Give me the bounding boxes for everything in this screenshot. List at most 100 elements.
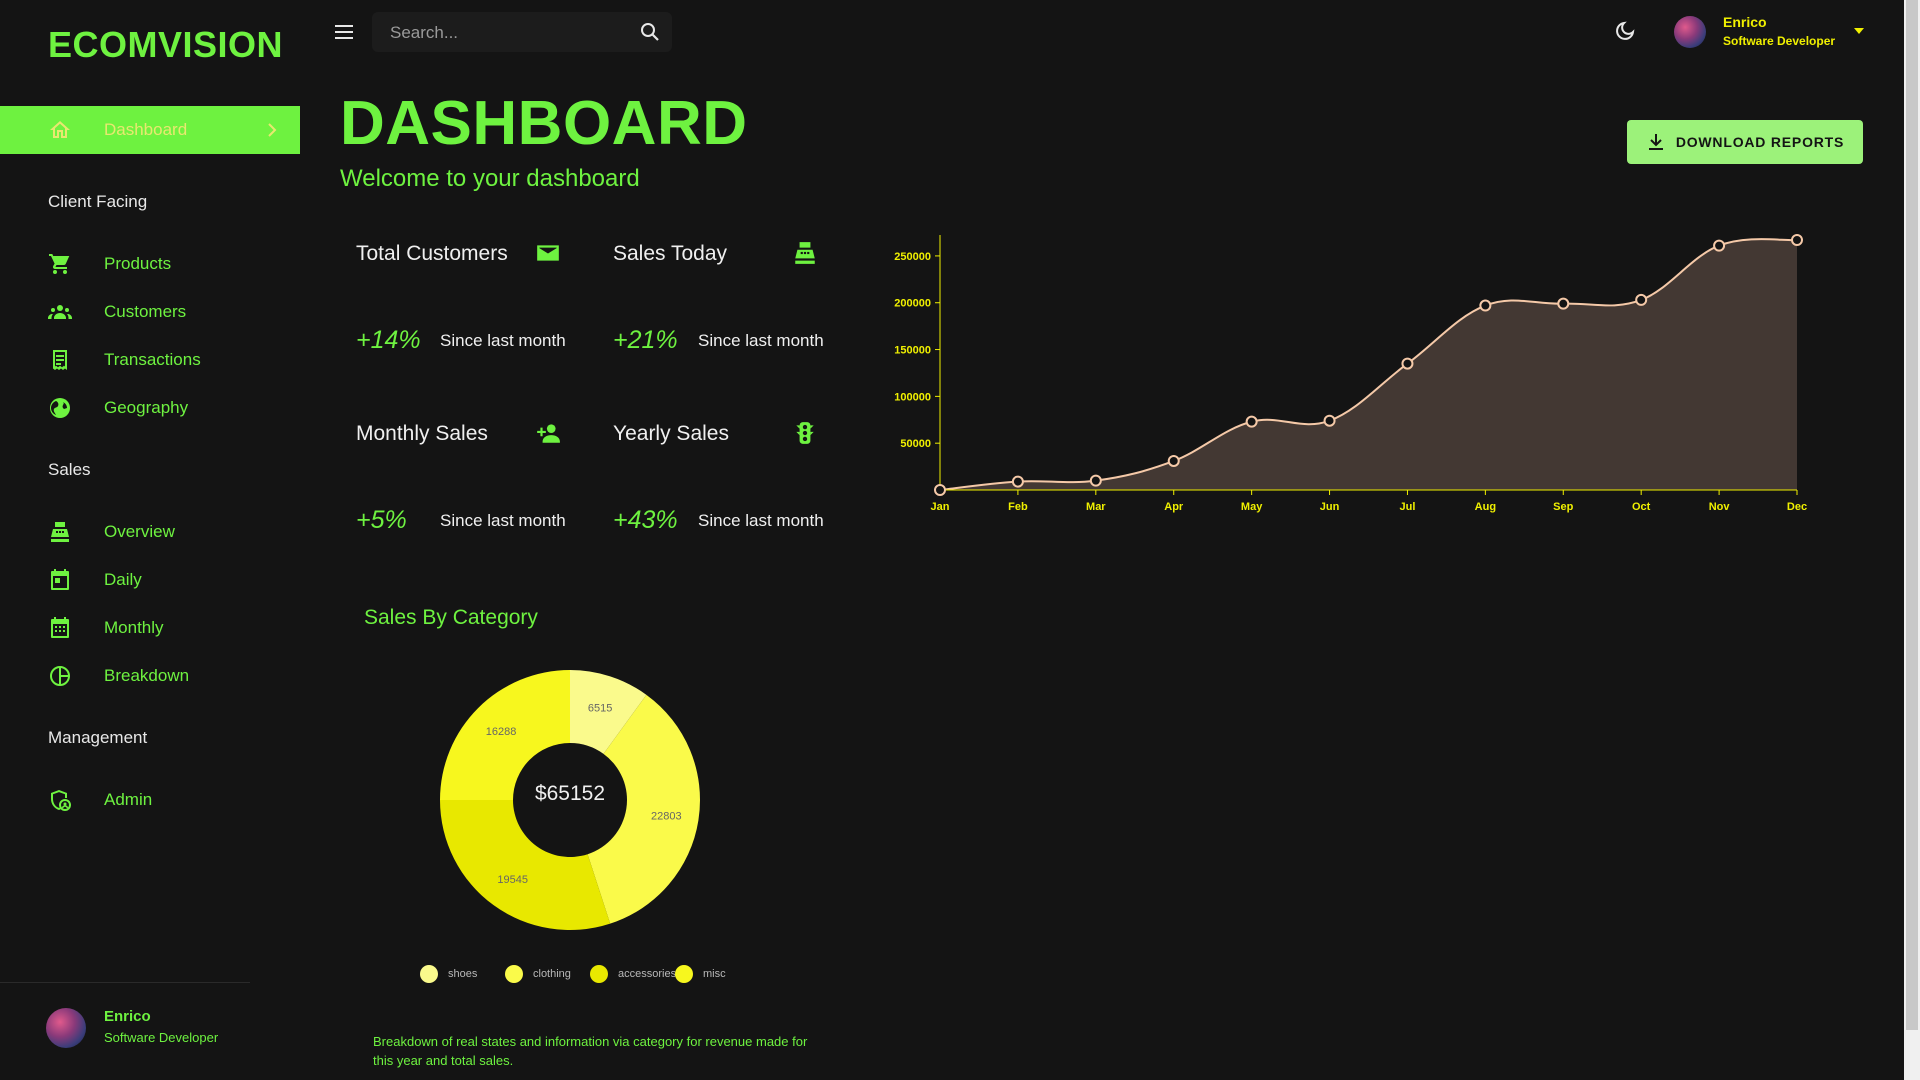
sidebar: ECOMVISION Dashboard Client Facing Produ… xyxy=(0,0,300,1080)
stat-increase: +5% xyxy=(356,506,407,534)
legend-swatch xyxy=(505,965,523,983)
x-tick-label: Jan xyxy=(931,501,950,513)
sidebar-item-admin[interactable]: Admin xyxy=(0,778,300,822)
stat-since: Since last month xyxy=(698,331,824,350)
sidebar-item-label: Admin xyxy=(104,790,153,809)
data-point xyxy=(1479,299,1492,312)
x-tick-label: Aug xyxy=(1475,501,1496,513)
user-name[interactable]: Enrico xyxy=(1723,14,1767,30)
person-add-icon xyxy=(537,424,560,443)
legend-label: accessories xyxy=(618,968,677,980)
receipt-icon xyxy=(53,350,67,370)
sidebar-divider xyxy=(0,982,250,983)
data-point xyxy=(1635,293,1648,306)
pie-slice-accessories xyxy=(440,800,611,930)
sidebar-item-geography[interactable]: Geography xyxy=(0,386,300,430)
search-box xyxy=(372,12,672,52)
admin-panel-icon xyxy=(51,790,71,811)
chart-area-fill xyxy=(940,239,1797,490)
pie-chart-icon xyxy=(50,666,70,686)
data-point xyxy=(1245,415,1258,428)
page-title: DASHBOARD xyxy=(340,89,748,158)
download-icon xyxy=(1648,134,1663,150)
y-tick-label: 50000 xyxy=(900,438,931,450)
data-point xyxy=(1011,475,1024,488)
data-point xyxy=(1401,357,1414,370)
email-icon xyxy=(537,245,559,261)
x-tick-label: Oct xyxy=(1632,501,1651,513)
calendar-today-icon xyxy=(51,569,69,590)
sidebar-item-label: Breakdown xyxy=(104,666,190,685)
stat-since: Since last month xyxy=(698,511,824,530)
sidebar-item-label: Customers xyxy=(104,302,187,321)
sidebar-item-customers[interactable]: Customers xyxy=(0,290,300,334)
sidebar-item-label: Dashboard xyxy=(104,120,188,139)
legend-swatch xyxy=(590,965,608,983)
sidebar-item-breakdown[interactable]: Breakdown xyxy=(0,654,300,698)
user-role[interactable]: Software Developer xyxy=(1723,34,1835,48)
sidebar-item-transactions[interactable]: Transactions xyxy=(0,338,300,382)
point-of-sale-icon xyxy=(795,242,815,264)
x-tick-label: May xyxy=(1241,501,1263,513)
arrow-drop-down-icon[interactable] xyxy=(1852,26,1866,36)
category-description: Breakdown of real states and information… xyxy=(373,1034,808,1068)
data-point xyxy=(1089,474,1102,487)
stat-title: Yearly Sales xyxy=(613,422,729,445)
app-logo: ECOMVISION xyxy=(48,24,284,65)
data-point xyxy=(1713,239,1726,252)
category-title: Sales By Category xyxy=(364,606,538,629)
donut-total: $65152 xyxy=(534,782,606,805)
shopping-cart-icon xyxy=(49,254,70,274)
sidebar-item-label: Monthly xyxy=(104,618,164,637)
search-input[interactable] xyxy=(388,21,612,45)
x-tick-label: Apr xyxy=(1164,501,1184,513)
pie-slice-label: 6515 xyxy=(588,702,612,714)
data-point xyxy=(1557,297,1570,310)
user-role: Software Developer xyxy=(104,1030,219,1045)
globe-icon xyxy=(50,398,70,418)
x-tick-label: Feb xyxy=(1008,501,1028,513)
sidebar-item-monthly[interactable]: Monthly xyxy=(0,606,300,650)
sidebar-item-overview[interactable]: Overview xyxy=(0,510,300,554)
stat-title: Total Customers xyxy=(356,242,508,265)
download-reports-button[interactable]: DOWNLOAD REPORTS xyxy=(1627,120,1863,164)
stat-increase: +43% xyxy=(613,506,678,534)
avatar[interactable] xyxy=(1674,16,1706,48)
data-point xyxy=(1323,414,1336,427)
scrollbar-thumb[interactable] xyxy=(1906,0,1918,1030)
calendar-month-icon xyxy=(51,617,69,638)
sidebar-item-label: Daily xyxy=(104,570,142,589)
scrollbar[interactable] xyxy=(1904,0,1920,1080)
sidebar-item-label: Geography xyxy=(104,398,189,417)
home-icon xyxy=(50,121,70,138)
menu-icon[interactable] xyxy=(334,22,354,42)
user-name: Enrico xyxy=(104,1008,151,1025)
x-tick-label: Dec xyxy=(1787,501,1807,513)
x-tick-label: Mar xyxy=(1086,501,1106,513)
pie-slice-label: 22803 xyxy=(651,810,682,822)
y-tick-label: 150000 xyxy=(894,345,931,357)
sidebar-item-products[interactable]: Products xyxy=(0,242,300,286)
dark-mode-icon[interactable] xyxy=(1612,20,1636,44)
topbar: Enrico Software Developer xyxy=(300,0,1904,64)
x-tick-label: Jun xyxy=(1320,501,1340,513)
sidebar-item-dashboard[interactable]: Dashboard xyxy=(0,106,300,154)
stat-increase: +21% xyxy=(613,326,678,354)
data-point xyxy=(934,484,946,496)
sidebar-item-label: Transactions xyxy=(104,350,201,369)
y-tick-label: 250000 xyxy=(894,251,931,263)
search-icon[interactable] xyxy=(640,22,660,42)
pie-slice-label: 16288 xyxy=(486,726,517,738)
download-reports-label: DOWNLOAD REPORTS xyxy=(1675,134,1845,150)
traffic-icon xyxy=(796,422,814,444)
sales-area-chart: 50000 100000 150000 200000 250000 Jan Feb Mar Ap… xyxy=(894,234,1807,513)
stat-since: Since last month xyxy=(440,511,566,530)
legend-swatch xyxy=(420,965,438,983)
legend-label: clothing xyxy=(533,968,571,980)
sidebar-item-daily[interactable]: Daily xyxy=(0,558,300,602)
groups-icon xyxy=(48,305,72,319)
point-of-sale-icon xyxy=(51,522,69,542)
stat-title: Monthly Sales xyxy=(356,422,488,445)
x-tick-label: Sep xyxy=(1553,501,1573,513)
legend-swatch xyxy=(675,965,693,983)
